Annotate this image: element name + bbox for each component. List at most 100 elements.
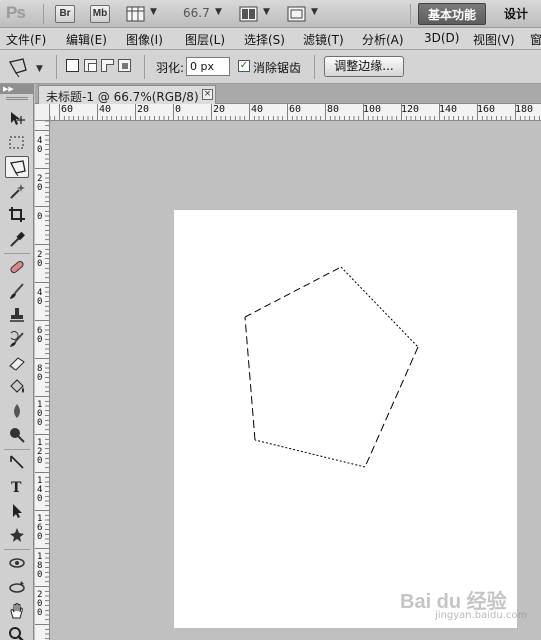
horizontal-ruler[interactable]: 60 40 20 0 20 40 60 80 100 120 140 160 1…	[50, 104, 541, 121]
ruler-label: 80	[327, 104, 340, 115]
antialias-checkbox[interactable]: ✓	[238, 60, 250, 72]
new-selection-button[interactable]	[66, 59, 79, 72]
ruler-label: 20	[213, 104, 226, 115]
photoshop-logo: Ps	[6, 3, 26, 22]
svg-text:▼: ▼	[36, 64, 43, 74]
document-canvas[interactable]	[174, 210, 517, 628]
3d-rotate-icon	[9, 558, 25, 568]
bandage-icon	[10, 260, 24, 274]
menu-filter[interactable]: 滤镜(T)	[303, 31, 344, 48]
refine-edge-button[interactable]: 调整边缘...	[324, 56, 404, 77]
3d-orbit-tool[interactable]	[5, 576, 29, 598]
screen-mode-button[interactable]: ▼	[287, 5, 321, 23]
ruler-label: 100	[363, 104, 382, 115]
polygonal-lasso-tool[interactable]	[5, 156, 29, 178]
ruler-label: 2 0	[37, 250, 43, 269]
ruler-label: 160	[477, 104, 496, 115]
crop-tool[interactable]	[5, 204, 29, 226]
brush-icon	[10, 283, 24, 299]
eyedropper-tool[interactable]	[5, 228, 29, 250]
view-extras-button[interactable]: ▼	[126, 5, 160, 23]
blur-tool[interactable]	[5, 400, 29, 422]
3d-rotate-tool[interactable]	[5, 552, 29, 574]
ruler-label: 1 4 0	[37, 476, 43, 504]
bridge-button[interactable]: Br	[55, 5, 75, 23]
subtract-from-selection-button[interactable]	[101, 59, 114, 72]
menu-view[interactable]: 视图(V)	[473, 31, 515, 48]
separator	[4, 253, 30, 254]
separator	[43, 4, 44, 24]
ruler-label: 0	[175, 104, 182, 115]
magic-wand-tool[interactable]	[5, 180, 29, 202]
tool-preset-picker[interactable]: ▼	[6, 56, 48, 78]
intersect-selection-button[interactable]	[118, 59, 131, 72]
document-tab[interactable]: 未标题-1 @ 66.7%(RGB/8) ×	[38, 85, 216, 104]
hand-icon	[10, 603, 23, 619]
mini-bridge-button[interactable]: Mb	[90, 5, 110, 23]
menu-bar: 文件(F) 编辑(E) 图像(I) 图层(L) 选择(S) 滤镜(T) 分析(A…	[0, 28, 541, 50]
pen-tool[interactable]	[5, 452, 29, 474]
zoom-level[interactable]: 66.7	[183, 6, 210, 20]
vertical-ruler[interactable]: 4 0 2 0 0 2 0 4 0 6 0 8 0 1 0 0 1 2 0 1 …	[35, 121, 50, 640]
ruler-label: 60	[289, 104, 302, 115]
workspace-essentials-button[interactable]: 基本功能	[418, 3, 486, 25]
ruler-label: 20	[137, 104, 150, 115]
dodge-icon	[10, 428, 25, 443]
panel-grip[interactable]	[6, 97, 28, 100]
spot-healing-tool[interactable]	[5, 256, 29, 278]
menu-image[interactable]: 图像(I)	[126, 31, 163, 48]
separator	[4, 449, 30, 450]
chevron-down-icon[interactable]: ▼	[215, 7, 222, 17]
menu-window[interactable]: 窗	[530, 31, 541, 48]
separator	[144, 55, 145, 79]
polygonal-lasso-icon	[10, 160, 26, 177]
hand-tool[interactable]	[5, 600, 29, 622]
dodge-tool[interactable]	[5, 424, 29, 446]
separator	[4, 549, 30, 550]
custom-shape-icon	[10, 528, 24, 542]
3d-orbit-icon	[9, 581, 25, 593]
zoom-tool[interactable]	[5, 624, 29, 640]
arrange-documents-button[interactable]: ▼	[239, 5, 273, 23]
feather-input[interactable]: 0 px	[186, 57, 230, 76]
marquee-tool[interactable]	[5, 132, 29, 154]
move-icon	[11, 112, 25, 125]
ruler-label: 8 0	[37, 364, 43, 383]
ruler-label: 4 0	[37, 288, 43, 307]
menu-analysis[interactable]: 分析(A)	[362, 31, 404, 48]
type-tool[interactable]: T	[5, 476, 29, 498]
path-selection-tool[interactable]	[5, 500, 29, 522]
paint-bucket-tool[interactable]	[5, 376, 29, 398]
close-document-icon[interactable]: ×	[202, 89, 213, 100]
path-select-arrow-icon	[13, 504, 22, 518]
menu-layer[interactable]: 图层(L)	[185, 31, 225, 48]
menu-select[interactable]: 选择(S)	[244, 31, 285, 48]
pen-icon	[10, 455, 24, 469]
ruler-label: 40	[99, 104, 112, 115]
ruler-label: 1 2 0	[37, 438, 43, 466]
history-brush-icon	[10, 331, 24, 347]
menu-file[interactable]: 文件(F)	[6, 31, 46, 48]
magic-wand-icon	[10, 184, 25, 199]
grid-extras-icon	[126, 6, 145, 22]
add-to-selection-button[interactable]	[84, 59, 97, 72]
move-tool[interactable]	[5, 108, 29, 130]
collapse-panel-icon[interactable]: ▶▶	[0, 84, 34, 94]
separator	[314, 55, 315, 79]
menu-edit[interactable]: 编辑(E)	[66, 31, 107, 48]
clone-stamp-tool[interactable]	[5, 304, 29, 326]
menu-3d[interactable]: 3D(D)	[424, 31, 459, 45]
document-title: 未标题-1 @ 66.7%(RGB/8)	[46, 90, 199, 104]
eyedropper-icon	[10, 231, 25, 247]
history-brush-tool[interactable]	[5, 328, 29, 350]
custom-shape-tool[interactable]	[5, 524, 29, 546]
ruler-origin[interactable]	[35, 104, 50, 121]
brush-tool[interactable]	[5, 280, 29, 302]
ruler-label: 120	[401, 104, 420, 115]
ruler-label: 6 0	[37, 326, 43, 345]
workspace-design-button[interactable]: 设计	[496, 3, 536, 25]
ruler-label: 0	[37, 212, 43, 222]
eraser-tool[interactable]	[5, 352, 29, 374]
ruler-label: 4 0	[37, 136, 43, 155]
chevron-down-icon: ▼	[311, 7, 318, 17]
